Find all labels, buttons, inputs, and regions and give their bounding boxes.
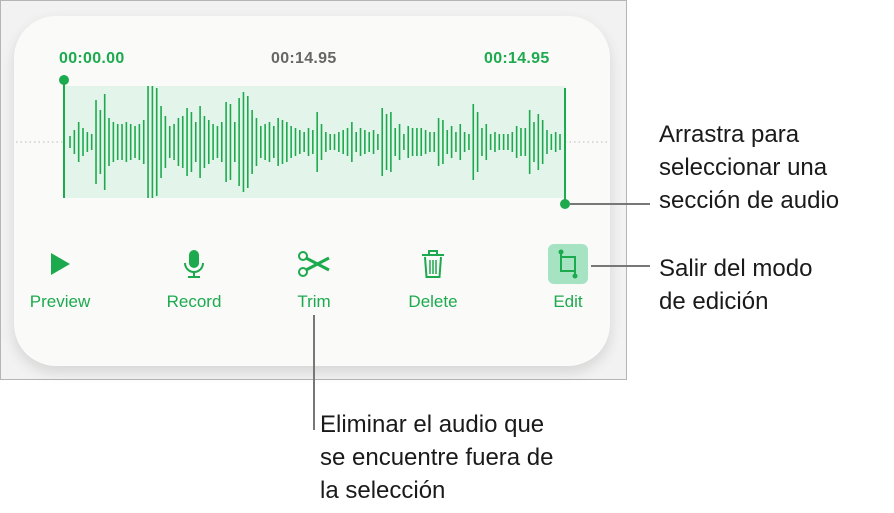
trash-icon (422, 250, 444, 278)
crop-icon (558, 249, 578, 279)
preview-label: Preview (29, 292, 91, 311)
trim-button[interactable]: Trim (264, 236, 364, 312)
scissors-icon (298, 251, 330, 277)
microphone-icon (184, 250, 204, 278)
callout-line-trim (313, 315, 315, 430)
record-label: Record (166, 292, 222, 311)
start-handle[interactable] (59, 75, 69, 85)
callout-trim: Eliminar el audio que se encuentre fuera … (320, 411, 554, 504)
record-button[interactable]: Record (144, 236, 244, 312)
callout-line-exit (591, 265, 650, 267)
trim-label: Trim (297, 292, 331, 311)
callout-line-drag (570, 203, 650, 205)
delete-label: Delete (408, 292, 458, 311)
callout-exit: Salir del modo de edición (659, 255, 813, 315)
delete-button[interactable]: Delete (383, 236, 483, 312)
end-handle[interactable] (560, 199, 570, 209)
edit-button[interactable]: Edit (518, 236, 618, 312)
preview-button[interactable]: Preview (10, 236, 110, 312)
waveform[interactable] (0, 0, 630, 215)
edit-label: Edit (553, 292, 583, 311)
play-icon (51, 253, 70, 275)
callout-drag: Arrastra para seleccionar una sección de a… (659, 121, 840, 214)
